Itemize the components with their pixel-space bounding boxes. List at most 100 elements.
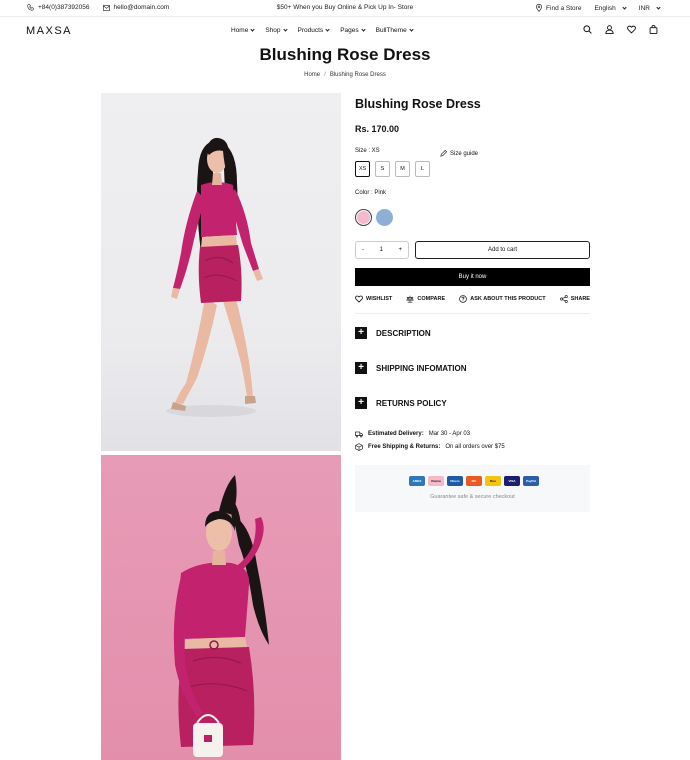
color-swatch-blue[interactable] (376, 209, 393, 226)
delivery-label: Estimated Delivery: (368, 431, 424, 437)
breadcrumb-separator: / (324, 72, 326, 78)
qty-decrease-button[interactable]: - (362, 247, 364, 253)
nav-label: Shop (265, 27, 281, 34)
question-circle-icon (459, 295, 468, 303)
size-guide-label: Size guide (450, 150, 479, 157)
plus-icon: + (355, 327, 367, 339)
quantity-stepper: - 1 + (355, 241, 409, 259)
package-icon (355, 443, 363, 451)
model-photo-with-bag (173, 475, 269, 757)
heart-icon[interactable] (627, 25, 636, 34)
delivery-value: Mar 30 - Apr 03 (428, 431, 471, 437)
chevron-down-icon (656, 4, 661, 10)
find-store-link[interactable]: Find a Store (536, 4, 581, 12)
nav-label: Home (231, 27, 249, 34)
paypal-card-icon: PayPal (523, 476, 539, 486)
shipping-label: Free Shipping & Returns: (368, 444, 441, 450)
discover-card-icon: Disc (485, 476, 501, 486)
free-shipping: Free Shipping & Returns: On all orders o… (355, 443, 505, 451)
accordion-label: SHIPPING INFOMATION (376, 363, 467, 373)
chevron-down-icon (282, 27, 288, 32)
location-pin-icon (536, 4, 543, 12)
product-image-1[interactable] (101, 93, 341, 451)
chevron-down-icon (409, 27, 414, 32)
size-option-xs[interactable]: XS (355, 161, 370, 177)
payment-box: AMEX Klarna Diners MC Disc VISA PayPal G… (355, 465, 590, 512)
size-option-l[interactable]: L (415, 161, 430, 177)
breadcrumb-current: Blushing Rose Dress (329, 72, 386, 78)
chevron-down-icon (325, 27, 330, 32)
currency-selector[interactable]: INR (638, 4, 661, 12)
language-selector[interactable]: English (594, 4, 627, 12)
scale-compare-icon (406, 295, 415, 303)
size-option-s[interactable]: S (375, 161, 390, 177)
nav-label: Pages (340, 27, 359, 34)
top-bar: +84(0)387392056 hello@domain.com $50+ Wh… (0, 0, 690, 17)
chevron-down-icon (361, 27, 366, 32)
klarna-card-icon: Klarna (428, 476, 444, 486)
diners-card-icon: Diners (447, 476, 463, 486)
compare-label: COMPARE (417, 296, 446, 302)
ruler-pencil-icon (440, 150, 447, 157)
breadcrumb-home[interactable]: Home (304, 72, 320, 78)
chevron-down-icon (250, 27, 255, 32)
nav-home[interactable]: Home (231, 27, 255, 34)
nav-label: BullTheme (375, 27, 407, 34)
wishlist-action[interactable]: WISHLIST (355, 295, 392, 303)
heart-icon (355, 295, 363, 303)
find-store-label: Find a Store (546, 4, 582, 12)
color-swatches (355, 209, 393, 226)
site-logo[interactable]: MAXSA (26, 25, 72, 37)
nav-shop[interactable]: Shop (265, 27, 288, 34)
plus-icon: + (355, 362, 367, 374)
truck-icon (355, 431, 363, 438)
amex-card-icon: AMEX (409, 476, 425, 486)
product-actions: WISHLIST COMPARE ASK ABOUT THIS PRODUCT … (355, 295, 590, 303)
qty-value[interactable]: 1 (380, 247, 383, 253)
share-label: SHARE (570, 296, 590, 302)
color-swatch-pink[interactable] (355, 209, 372, 226)
currency-value: INR (638, 4, 650, 12)
product-price: Rs. 170.00 (355, 124, 400, 134)
add-to-cart-button[interactable]: Add to cart (415, 241, 590, 259)
account-icon[interactable] (605, 25, 614, 34)
share-action[interactable]: SHARE (559, 295, 590, 303)
nav-products[interactable]: Products (298, 27, 330, 34)
qty-increase-button[interactable]: + (398, 247, 402, 253)
ask-question-label: ASK ABOUT THIS PRODUCT (470, 296, 546, 302)
payment-cards: AMEX Klarna Diners MC Disc VISA PayPal (409, 476, 539, 486)
visa-card-icon: VISA (504, 476, 520, 486)
accordion-returns[interactable]: + RETURNS POLICY (355, 397, 590, 409)
color-label: Color : Pink (355, 190, 387, 196)
size-option-m[interactable]: M (395, 161, 410, 177)
estimated-delivery: Estimated Delivery: Mar 30 - Apr 03 (355, 430, 470, 438)
accordion-description[interactable]: + DESCRIPTION (355, 327, 590, 339)
breadcrumb: Home / Blushing Rose Dress (0, 72, 690, 78)
compare-action[interactable]: COMPARE (406, 295, 445, 303)
product-image-2[interactable] (101, 455, 341, 760)
size-label: Size : XS (355, 148, 380, 154)
size-options: XS S M L (355, 161, 430, 177)
shipping-value: On all orders over $75 (445, 444, 505, 450)
search-icon[interactable] (583, 25, 592, 34)
language-value: English (594, 4, 616, 12)
wishlist-label: WISHLIST (366, 296, 393, 302)
size-guide-link[interactable]: Size guide (440, 150, 478, 157)
site-header: MAXSA Home Shop Products Pages BullTheme (0, 17, 690, 45)
page-title: Blushing Rose Dress (259, 45, 431, 64)
buy-now-button[interactable]: Buy it now (355, 268, 590, 286)
accordion-label: RETURNS POLICY (376, 398, 447, 408)
accordion-shipping[interactable]: + SHIPPING INFOMATION (355, 362, 590, 374)
ask-question-action[interactable]: ASK ABOUT THIS PRODUCT (459, 295, 546, 303)
mastercard-icon: MC (466, 476, 482, 486)
main-nav: Home Shop Products Pages BullTheme (231, 27, 414, 34)
nav-bulltheme[interactable]: BullTheme (375, 27, 414, 34)
cart-bag-icon[interactable] (649, 25, 658, 34)
chevron-down-icon (622, 4, 627, 10)
accordion-label: DESCRIPTION (376, 328, 431, 338)
plus-icon: + (355, 397, 367, 409)
nav-pages[interactable]: Pages (340, 27, 366, 34)
share-icon (559, 295, 568, 303)
model-photo-standing (166, 137, 263, 417)
nav-label: Products (297, 27, 324, 34)
